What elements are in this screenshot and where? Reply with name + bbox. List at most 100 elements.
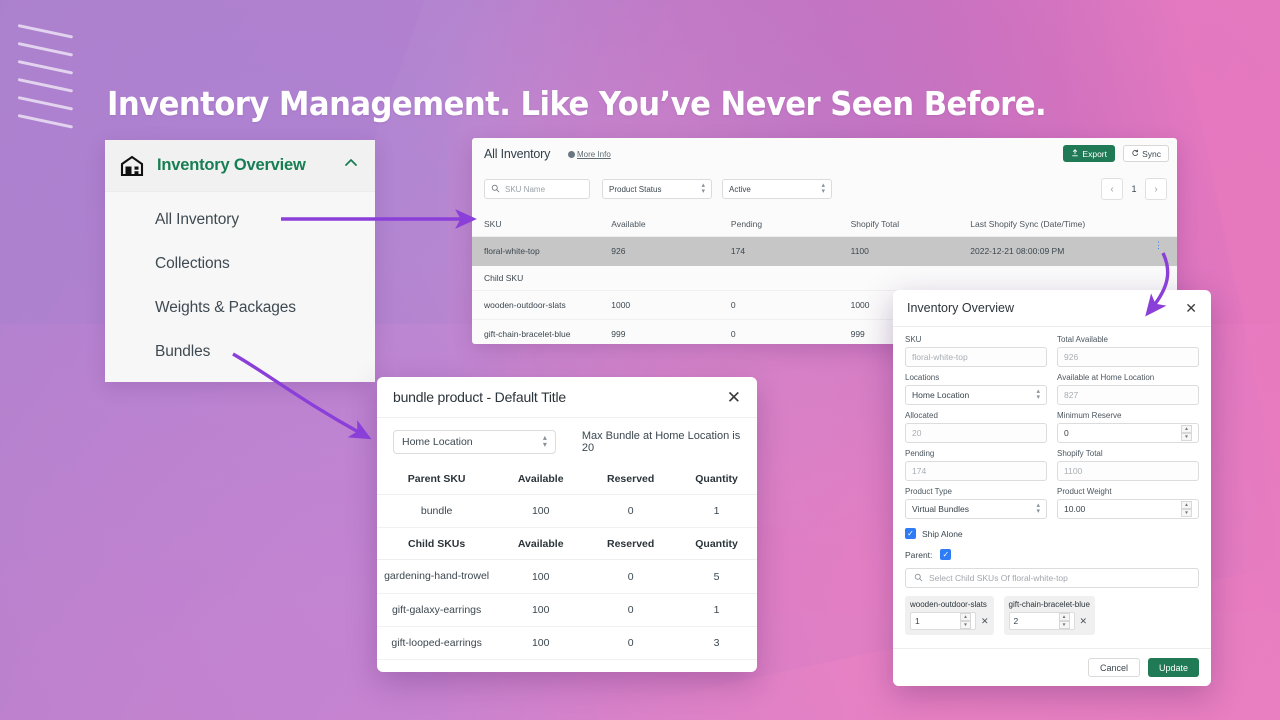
field-value: 1100 bbox=[1064, 466, 1083, 476]
stepper-up-icon[interactable]: ▴ bbox=[1058, 613, 1070, 621]
bundle-product-modal: bundle product - Default Title ✕ Home Lo… bbox=[377, 377, 757, 672]
inventory-panel-header: All Inventory More Info Export Sync bbox=[472, 138, 1177, 176]
chip-quantity-stepper[interactable]: 2 ▴ ▾ bbox=[1008, 612, 1075, 630]
field-value: 926 bbox=[1064, 352, 1079, 362]
sidebar-nav: All Inventory Collections Weights & Pack… bbox=[105, 192, 375, 374]
stepper-control[interactable]: ▴ ▾ bbox=[960, 613, 971, 629]
warehouse-icon bbox=[119, 153, 145, 179]
bundle-location-select[interactable]: Home Location ▴ ▾ bbox=[393, 430, 556, 454]
field-value: 10.00 bbox=[1064, 504, 1086, 514]
update-button[interactable]: Update bbox=[1147, 658, 1199, 677]
panel-title: All Inventory bbox=[484, 147, 551, 161]
current-page-number: 1 bbox=[1131, 184, 1137, 194]
bundle-modal-header: bundle product - Default Title ✕ bbox=[377, 377, 757, 418]
table-row[interactable]: floral-white-top 926 174 1100 2022-12-21… bbox=[472, 236, 1177, 266]
field-total-available: Total Available 926 bbox=[1057, 335, 1199, 367]
upload-icon bbox=[1071, 148, 1079, 159]
table-row: gift-looped-earrings 100 0 3 bbox=[377, 626, 757, 661]
kebab-menu-icon[interactable]: ⋮ bbox=[1154, 240, 1163, 249]
column-header-parent-sku: Parent SKU bbox=[377, 466, 497, 495]
sidebar-item-label: Bundles bbox=[155, 343, 211, 360]
cancel-button[interactable]: Cancel bbox=[1087, 658, 1140, 677]
stepper-control[interactable]: ▴ ▾ bbox=[1058, 613, 1070, 629]
cell-sku: gardening-hand-trowel bbox=[377, 559, 497, 595]
more-info-link[interactable]: More Info bbox=[568, 150, 611, 159]
column-header-shopify-total: Shopify Total bbox=[850, 212, 971, 237]
stepper-up-icon[interactable]: ▴ bbox=[960, 613, 971, 621]
ship-alone-checkbox[interactable]: ✓ bbox=[905, 528, 916, 539]
bundle-modal-controls: Home Location ▴ ▾ Max Bundle at Home Loca… bbox=[377, 418, 757, 460]
export-button[interactable]: Export bbox=[1063, 145, 1115, 162]
child-sku-chip: wooden-outdoor-slats 1 ▴ ▾ ✕ bbox=[905, 596, 994, 635]
inventory-overview-modal: Inventory Overview ✕ SKU floral-white-to… bbox=[893, 290, 1211, 686]
pending-input[interactable]: 174 bbox=[905, 461, 1047, 481]
close-icon[interactable]: ✕ bbox=[1185, 301, 1197, 315]
close-icon[interactable]: ✕ bbox=[727, 389, 741, 406]
sku-input[interactable]: floral-white-top bbox=[905, 347, 1047, 367]
cell-available: 100 bbox=[496, 494, 586, 528]
total-available-input[interactable]: 926 bbox=[1057, 347, 1199, 367]
stepper-down-icon[interactable]: ▾ bbox=[1058, 621, 1070, 629]
stepper-control[interactable]: ▴ ▾ bbox=[1181, 501, 1192, 517]
prev-page-button[interactable]: ‹ bbox=[1101, 178, 1123, 200]
sidebar-item-all-inventory[interactable]: All Inventory bbox=[105, 198, 375, 242]
bundle-location-value: Home Location bbox=[402, 436, 473, 448]
available-home-input[interactable]: 827 bbox=[1057, 385, 1199, 405]
cell-pending: 174 bbox=[730, 236, 851, 266]
chip-controls: 2 ▴ ▾ ✕ bbox=[1008, 612, 1090, 630]
stepper-down-icon[interactable]: ▾ bbox=[1181, 433, 1192, 441]
sidebar-item-collections[interactable]: Collections bbox=[105, 242, 375, 286]
min-reserve-stepper[interactable]: 0 ▴ ▾ bbox=[1057, 423, 1199, 443]
product-type-select[interactable]: Virtual Bundles ▴ ▾ bbox=[905, 499, 1047, 519]
cell-quantity: 3 bbox=[676, 626, 757, 661]
stepper-up-icon[interactable]: ▴ bbox=[1181, 425, 1192, 433]
refresh-icon bbox=[1131, 149, 1139, 159]
select-arrows-icon: ▴ ▾ bbox=[701, 181, 705, 195]
stepper-control[interactable]: ▴ ▾ bbox=[1181, 425, 1192, 441]
field-value: Virtual Bundles bbox=[912, 504, 970, 514]
select-arrows-icon: ▴ ▾ bbox=[1036, 388, 1040, 401]
last-sync-value: 2022-12-21 08:00:09 PM bbox=[970, 246, 1065, 256]
overview-modal-body: SKU floral-white-top Total Available 926… bbox=[893, 327, 1211, 635]
field-label: SKU bbox=[905, 335, 922, 344]
next-page-button[interactable]: › bbox=[1145, 178, 1167, 200]
locations-select[interactable]: Home Location ▴ ▾ bbox=[905, 385, 1047, 405]
field-value: Home Location bbox=[912, 390, 970, 400]
chevron-up-icon[interactable] bbox=[343, 155, 359, 176]
field-label: Total Available bbox=[1057, 335, 1108, 344]
status-active-select[interactable]: Active ▴ ▾ bbox=[722, 179, 832, 199]
chip-quantity-value: 2 bbox=[1013, 616, 1019, 626]
product-status-select[interactable]: Product Status ▴ ▾ bbox=[602, 179, 712, 199]
field-product-weight: Product Weight 10.00 ▴ ▾ bbox=[1057, 487, 1199, 519]
stepper-down-icon[interactable]: ▾ bbox=[960, 621, 971, 629]
field-label: Minimum Reserve bbox=[1057, 411, 1122, 420]
column-header-quantity: Quantity bbox=[676, 527, 757, 560]
stepper-down-icon[interactable]: ▾ bbox=[1181, 509, 1192, 517]
sidebar-item-weights-packages[interactable]: Weights & Packages bbox=[105, 286, 375, 330]
stepper-up-icon[interactable]: ▴ bbox=[1181, 501, 1192, 509]
table-row: gardening-hand-trowel 100 0 5 bbox=[377, 559, 757, 595]
sidebar-card: Inventory Overview All Inventory Collect… bbox=[105, 140, 375, 382]
shopify-total-input[interactable]: 1100 bbox=[1057, 461, 1199, 481]
chip-remove-icon[interactable]: ✕ bbox=[981, 616, 989, 627]
sidebar-item-bundles[interactable]: Bundles bbox=[105, 330, 375, 374]
chip-remove-icon[interactable]: ✕ bbox=[1080, 616, 1088, 627]
field-shopify-total: Shopify Total 1100 bbox=[1057, 449, 1199, 481]
cell-available: 100 bbox=[496, 593, 586, 628]
product-weight-stepper[interactable]: 10.00 ▴ ▾ bbox=[1057, 499, 1199, 519]
child-sku-search-input[interactable]: Select Child SKUs Of floral-white-top bbox=[905, 568, 1199, 588]
parent-checkbox[interactable]: ✓ bbox=[940, 549, 952, 560]
sync-button[interactable]: Sync bbox=[1123, 145, 1169, 162]
cell-sku: wooden-outdoor-slats bbox=[472, 290, 612, 320]
cell-quantity: 1 bbox=[676, 593, 757, 628]
allocated-input[interactable]: 20 bbox=[905, 423, 1047, 443]
cell-sku: bundle bbox=[377, 494, 497, 528]
column-header-reserved: Reserved bbox=[585, 527, 677, 560]
sidebar-header[interactable]: Inventory Overview bbox=[105, 140, 375, 192]
search-input[interactable]: SKU Name bbox=[484, 179, 590, 199]
chip-label: gift-chain-bracelet-blue bbox=[1008, 600, 1090, 609]
field-locations: Locations Home Location ▴ ▾ bbox=[905, 373, 1047, 405]
more-info-label: More Info bbox=[577, 150, 611, 159]
cell-pending: 0 bbox=[730, 290, 851, 320]
chip-quantity-stepper[interactable]: 1 ▴ ▾ bbox=[910, 612, 976, 630]
